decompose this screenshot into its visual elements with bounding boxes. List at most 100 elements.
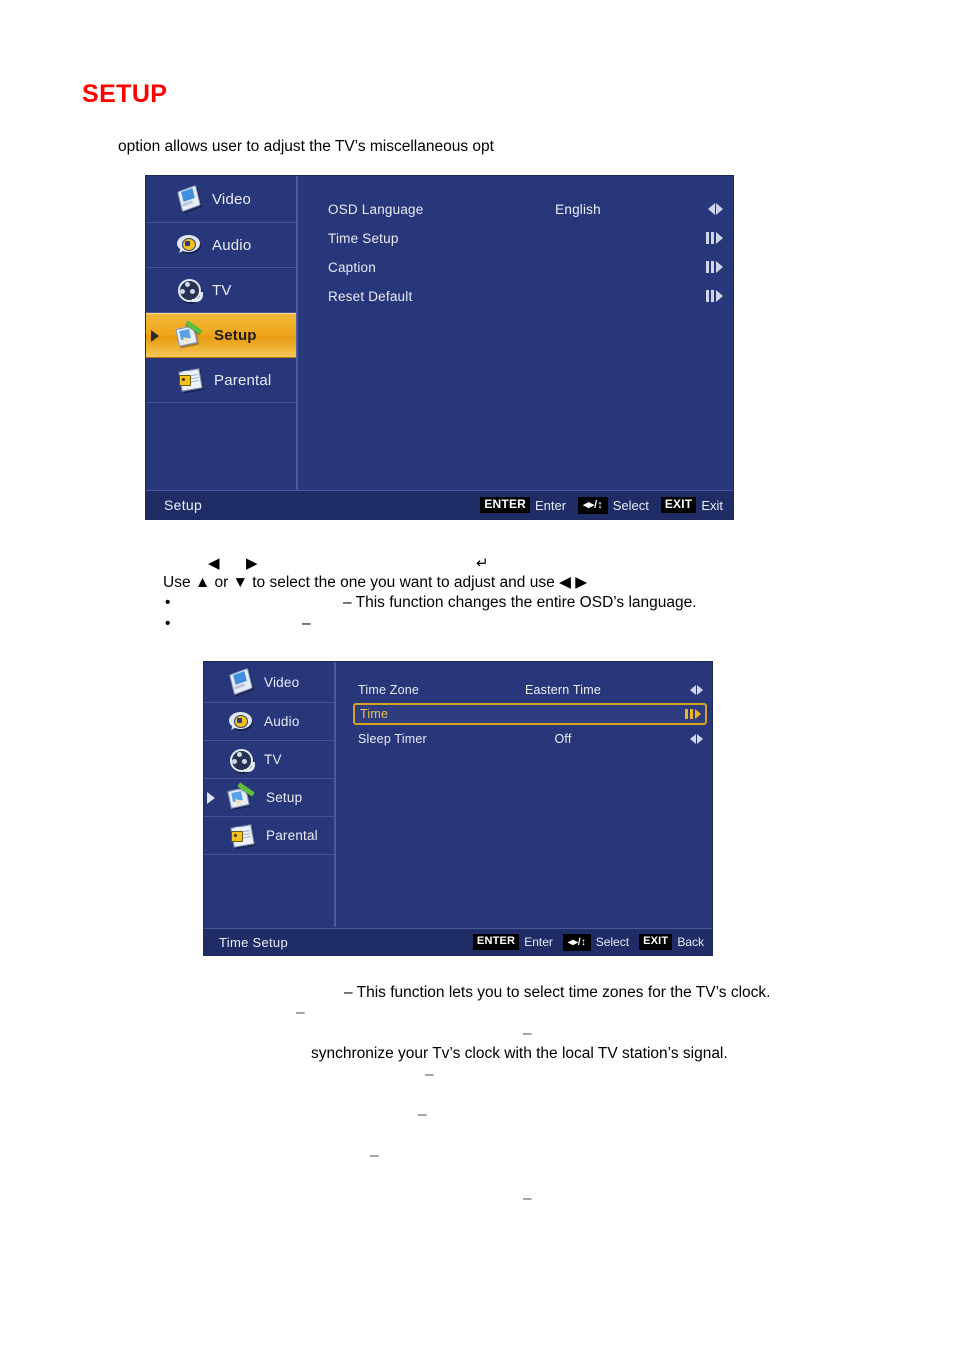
option-value: English [555,201,601,217]
page-title: SETUP [82,80,168,108]
glyph-right-marker: ▶ [246,555,258,572]
selection-caret-icon [151,329,159,342]
bullet-marker: • [165,615,171,632]
glyph-enter-marker: ↵ [476,555,489,572]
option-row-time-setup[interactable]: Time Setup [328,227,723,249]
status-bar-title: Setup [164,497,203,513]
option-row-sleep-timer[interactable]: Sleep Timer Off [358,728,703,750]
sidebar-item-label: Setup [266,790,303,805]
left-right-arrow-icon[interactable] [690,734,703,744]
osd-setup-sidebar: Video Audio TV Setup Parental [146,176,298,491]
instruction-line: Use ▲ or ▼ to select the one you want to… [163,574,588,591]
option-label: Time Zone [358,683,420,697]
setup-icon [175,319,204,348]
trailing-dash-3: – [370,1147,379,1164]
sidebar-item-video[interactable]: Video [146,176,296,223]
trailing-dash-4: – [523,1190,532,1207]
selection-caret-icon [207,791,215,804]
osd-setup-body: Video Audio TV Setup Parental OSD Langua… [146,176,733,491]
trailing-dash-1: – [425,1066,434,1083]
sidebar-item-label: Parental [214,371,272,389]
key-enter: ENTER [472,934,520,950]
parental-icon [176,368,204,392]
hint-label: Back [677,935,704,949]
option-label: Sleep Timer [358,732,427,746]
tv-icon [228,748,255,772]
audio-icon [228,710,254,734]
video-icon [176,184,202,213]
left-right-arrow-icon[interactable] [708,203,723,215]
option-row-time[interactable]: Time [353,703,707,725]
sidebar-item-label: TV [264,752,282,767]
sidebar-item-audio[interactable]: Audio [146,223,296,268]
sidebar-item-label: Audio [264,714,300,729]
hint-back: EXIT Back [639,934,704,950]
trailing-dash-2: – [418,1106,427,1123]
sidebar-item-parental[interactable]: Parental [204,817,334,855]
sidebar-item-label: Parental [266,828,318,843]
enter-right-arrow-icon[interactable] [706,232,723,244]
sidebar-item-tv[interactable]: TV [204,741,334,779]
option-value: Eastern Time [524,683,602,697]
osd-time-setup-status-bar: Time Setup ENTER Enter ◂▸/↕ Select EXIT … [204,928,712,955]
osd-time-setup-body: Video Audio TV Setup Parental Time Zone … [204,662,712,927]
hint-enter: ENTER Enter [480,497,566,513]
enter-right-arrow-icon[interactable] [706,290,723,302]
hint-label: Enter [524,935,553,949]
key-navigation-arrows: ◂▸/↕ [578,496,608,514]
enter-right-arrow-icon[interactable] [685,709,701,719]
hint-label: Select [612,497,649,513]
key-enter: ENTER [480,497,531,513]
option-label: Time Setup [328,230,399,246]
sidebar-item-label: Setup [214,327,257,344]
parental-icon [228,823,256,848]
hint-select: ◂▸/↕ Select [578,496,649,514]
sidebar-item-tv[interactable]: TV [146,268,296,313]
time-zone-description: – This function lets you to select time … [344,984,771,1001]
description-dash: – [296,1004,305,1021]
option-row-caption[interactable]: Caption [328,256,723,278]
osd-time-setup-menu: Video Audio TV Setup Parental Time Zone … [203,661,713,956]
bullet-marker: • [165,594,171,611]
sidebar-item-setup[interactable]: Setup [146,313,296,358]
glyph-left-marker: ◀ [208,555,220,572]
option-label: Time [360,707,389,721]
sidebar-item-audio[interactable]: Audio [204,703,334,741]
description-dash: – [523,1025,532,1042]
left-right-arrow-icon[interactable] [690,685,703,695]
key-navigation-arrows: ◂▸/↕ [562,933,591,951]
enter-right-arrow-icon[interactable] [706,261,723,273]
sidebar-item-label: Audio [212,236,252,254]
audio-icon [176,233,202,257]
option-label: Reset Default [328,288,413,304]
hint-enter: ENTER Enter [472,934,553,950]
sidebar-item-label: Video [264,674,300,690]
time-sync-description: synchronize your Tv’s clock with the loc… [311,1045,728,1062]
sidebar-item-video[interactable]: Video [204,662,334,703]
sidebar-item-label: Video [212,190,252,208]
option-label: OSD Language [328,201,424,217]
key-exit: EXIT [660,497,697,513]
option-row-osd-language[interactable]: OSD Language English [328,198,723,220]
bullet-1-description: – This function changes the entire OSD’s… [343,594,697,611]
osd-setup-options: OSD Language English Time Setup Caption [298,176,733,491]
status-bar-title: Time Setup [219,934,288,950]
osd-time-setup-sidebar: Video Audio TV Setup Parental [204,662,336,927]
hint-label: Exit [701,497,723,513]
option-row-reset-default[interactable]: Reset Default [328,285,723,307]
tv-icon [176,278,203,302]
osd-time-setup-options: Time Zone Eastern Time Time Sleep Timer … [336,662,712,927]
sidebar-item-setup[interactable]: Setup [204,779,334,817]
status-bar-hints: ENTER Enter ◂▸/↕ Select EXIT Exit [480,496,723,514]
option-row-time-zone[interactable]: Time Zone Eastern Time [358,679,703,701]
osd-setup-menu: Video Audio TV Setup Parental OSD Langua… [145,175,734,520]
sidebar-item-label: TV [212,281,232,299]
hint-label: Enter [535,497,567,513]
osd-setup-status-bar: Setup ENTER Enter ◂▸/↕ Select EXIT Exit [146,490,733,519]
setup-icon [227,781,256,810]
sidebar-item-parental[interactable]: Parental [146,358,296,403]
status-bar-hints: ENTER Enter ◂▸/↕ Select EXIT Back [472,933,704,951]
key-exit: EXIT [639,934,673,950]
intro-paragraph: option allows user to adjust the TV’s mi… [118,138,494,155]
hint-label: Select [595,935,630,949]
